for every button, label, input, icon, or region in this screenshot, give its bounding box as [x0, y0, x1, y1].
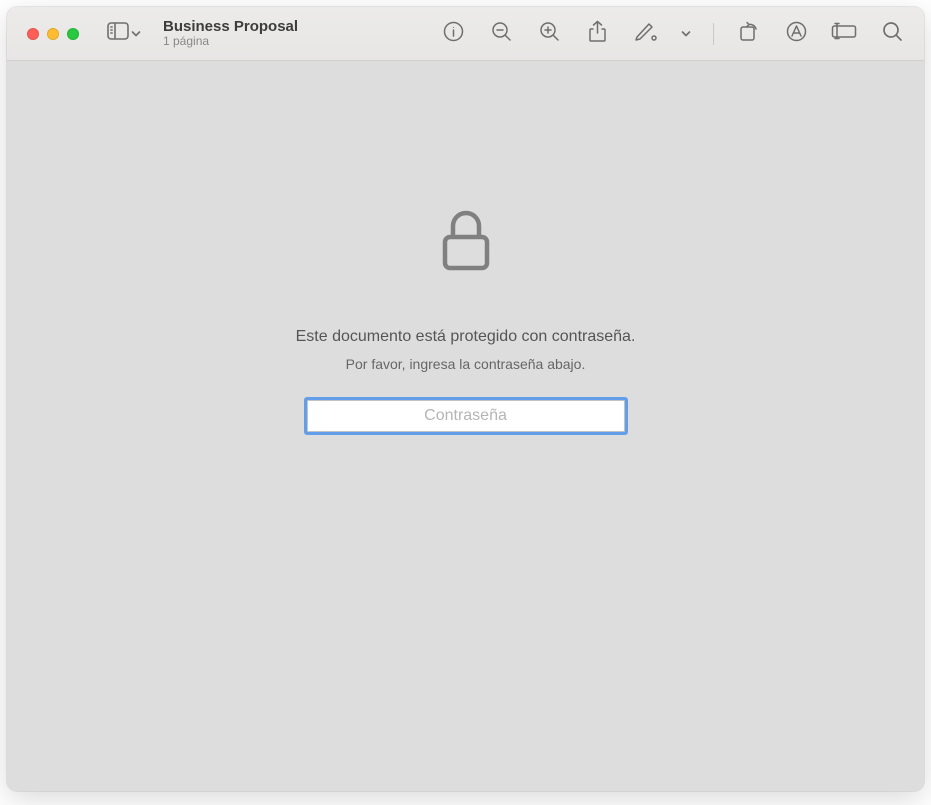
titlebar: Business Proposal 1 página	[7, 7, 924, 61]
app-window: Business Proposal 1 página	[7, 7, 924, 791]
sidebar-toggle-button[interactable]	[107, 22, 141, 45]
lock-icon	[442, 209, 490, 276]
search-icon	[882, 21, 903, 47]
maximize-window-button[interactable]	[67, 28, 79, 40]
form-icon	[831, 22, 857, 45]
traffic-lights	[27, 28, 79, 40]
markup-options-button[interactable]	[679, 20, 693, 48]
zoom-in-icon	[539, 21, 560, 47]
share-icon	[588, 20, 607, 48]
zoom-out-button[interactable]	[487, 20, 515, 48]
rotate-button[interactable]	[734, 20, 762, 48]
search-button[interactable]	[878, 20, 906, 48]
info-button[interactable]	[439, 20, 467, 48]
close-window-button[interactable]	[27, 28, 39, 40]
document-title: Business Proposal	[163, 18, 298, 35]
document-title-block: Business Proposal 1 página	[163, 18, 298, 49]
enter-password-message: Por favor, ingresa la contraseña abajo.	[346, 356, 586, 372]
zoom-out-icon	[491, 21, 512, 47]
password-input[interactable]	[307, 400, 625, 432]
markup-icon	[634, 21, 657, 47]
protected-message: Este documento está protegido con contra…	[296, 328, 636, 346]
sidebar-icon	[107, 22, 129, 45]
content-area: Este documento está protegido con contra…	[7, 61, 924, 791]
highlight-icon	[786, 21, 807, 47]
minimize-window-button[interactable]	[47, 28, 59, 40]
toolbar	[439, 20, 912, 48]
chevron-down-icon	[681, 25, 691, 43]
info-icon	[443, 21, 464, 47]
zoom-in-button[interactable]	[535, 20, 563, 48]
document-subtitle: 1 página	[163, 35, 298, 49]
form-button[interactable]	[830, 20, 858, 48]
markup-button[interactable]	[631, 20, 659, 48]
rotate-icon	[738, 21, 759, 47]
share-button[interactable]	[583, 20, 611, 48]
chevron-down-icon	[131, 25, 141, 43]
highlight-button[interactable]	[782, 20, 810, 48]
password-prompt: Este documento está protegido con contra…	[296, 209, 636, 432]
toolbar-separator	[713, 23, 714, 45]
